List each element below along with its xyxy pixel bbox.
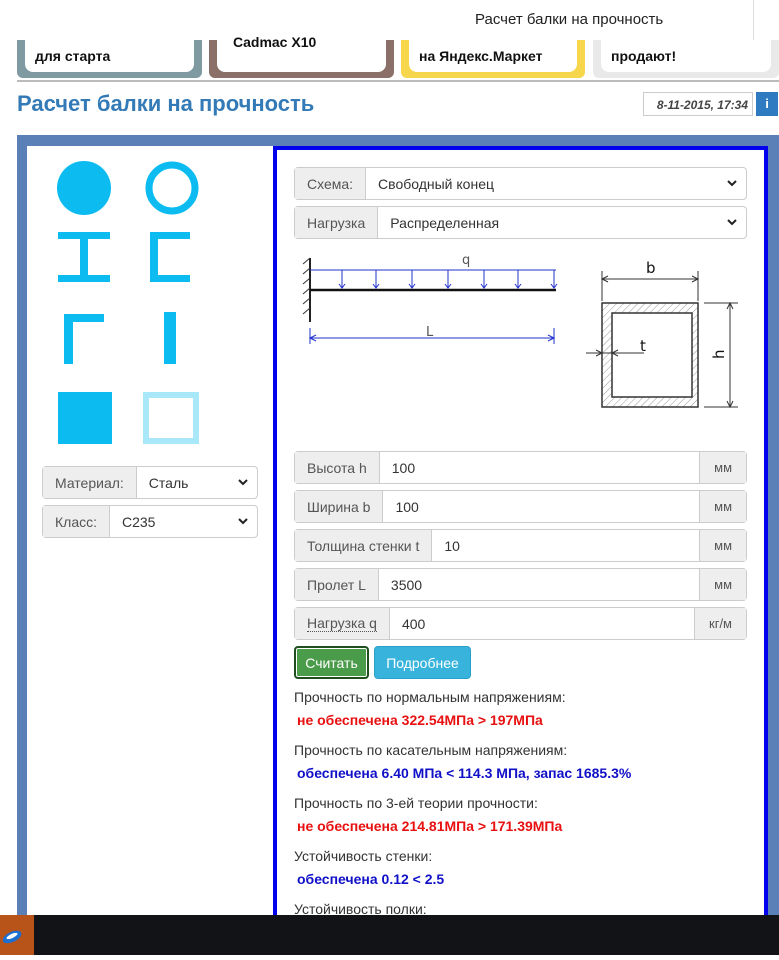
scheme-value: Свободный конец bbox=[378, 175, 494, 192]
cross-section-diagram: b h t bbox=[586, 259, 738, 409]
result-label: Прочность по касательным напряжениям: bbox=[294, 742, 568, 758]
result-label: Устойчивость стенки: bbox=[294, 848, 433, 864]
load-q-input-group: Нагрузка q 400 кг/м bbox=[294, 607, 747, 640]
width-value: 100 bbox=[395, 498, 419, 515]
app-icon bbox=[2, 930, 22, 944]
header-divider bbox=[17, 80, 779, 82]
load-q-input[interactable]: 400 bbox=[390, 608, 694, 639]
chevron-down-icon bbox=[238, 518, 248, 525]
round-tube-section-icon[interactable] bbox=[144, 160, 200, 216]
ad-banner-text: для старта bbox=[35, 48, 111, 64]
class-label: Класс: bbox=[43, 506, 110, 537]
ad-strip: для старта Cadmac X10 на Яндекс.Маркет п… bbox=[17, 34, 779, 78]
L-label: L bbox=[426, 325, 434, 340]
material-select[interactable]: Материал: Сталь bbox=[42, 466, 258, 499]
span-input[interactable]: 3500 bbox=[379, 569, 699, 600]
thickness-value: 10 bbox=[444, 537, 460, 554]
width-unit: мм bbox=[699, 491, 746, 522]
load-q-label-text: Нагрузка q bbox=[307, 615, 377, 632]
ad-banner-text: продают! bbox=[611, 48, 677, 64]
beam-scheme-diagram: q L bbox=[302, 253, 558, 344]
chevron-down-icon bbox=[238, 479, 248, 486]
class-value: С235 bbox=[122, 513, 156, 530]
thickness-unit: мм bbox=[699, 530, 746, 561]
details-button[interactable]: Подробнее bbox=[374, 646, 471, 679]
thickness-input[interactable]: 10 bbox=[432, 530, 699, 561]
square-tube-section-icon[interactable] bbox=[143, 392, 199, 444]
window-titlebar: Расчет балки на прочность bbox=[0, 0, 779, 40]
flat-bar-section-icon[interactable] bbox=[164, 312, 176, 364]
ad-banner-text: Cadmac X10 bbox=[233, 34, 317, 50]
span-value: 3500 bbox=[390, 576, 423, 593]
width-input[interactable]: 100 bbox=[383, 491, 699, 522]
titlebar-divider bbox=[753, 0, 754, 40]
ad-banner-2[interactable]: Cadmac X10 bbox=[209, 34, 394, 78]
chevron-down-icon bbox=[727, 219, 737, 226]
result-value: обеспечена 6.40 МПа < 114.3 МПа, запас 1… bbox=[297, 765, 632, 781]
span-label: Пролет L bbox=[295, 569, 379, 600]
load-type-label: Нагрузка bbox=[295, 207, 379, 238]
width-label: Ширина b bbox=[295, 491, 384, 522]
angle-section-icon[interactable] bbox=[64, 314, 104, 364]
thickness-input-group: Толщина стенки t 10 мм bbox=[294, 529, 747, 562]
result-value: не обеспечена 214.81МПа > 171.39МПа bbox=[297, 818, 563, 834]
ad-banner-4[interactable]: продают! bbox=[593, 40, 779, 78]
load-type-select[interactable]: Нагрузка Распределенная bbox=[294, 206, 747, 239]
load-q-value: 400 bbox=[401, 615, 426, 632]
height-label: Высота h bbox=[295, 452, 380, 483]
steel-class-select[interactable]: Класс: С235 bbox=[42, 505, 258, 538]
height-value: 100 bbox=[391, 459, 416, 476]
height-input-group: Высота h 100 мм bbox=[294, 451, 747, 484]
result-value: не обеспечена 322.54МПа > 197МПа bbox=[297, 712, 543, 728]
taskbar-app-button[interactable] bbox=[0, 915, 34, 955]
taskbar bbox=[0, 915, 779, 955]
ad-banner-text: на Яндекс.Маркет bbox=[419, 48, 543, 64]
material-value: Сталь bbox=[148, 474, 189, 491]
scheme-label: Схема: bbox=[295, 168, 367, 199]
info-button[interactable]: i bbox=[756, 92, 778, 116]
height-unit: мм bbox=[699, 452, 746, 483]
round-bar-section-icon[interactable] bbox=[56, 160, 112, 216]
scheme-select[interactable]: Схема: Свободный конец bbox=[294, 167, 747, 200]
calculate-button[interactable]: Считать bbox=[294, 646, 369, 679]
width-input-group: Ширина b 100 мм bbox=[294, 490, 747, 523]
load-q-label: Нагрузка q bbox=[295, 608, 390, 639]
q-label: q bbox=[462, 253, 470, 268]
result-label: Прочность по 3-ей теории прочности: bbox=[294, 795, 538, 811]
window-title: Расчет балки на прочность bbox=[475, 11, 664, 28]
ad-banner-3[interactable]: на Яндекс.Маркет bbox=[401, 40, 585, 78]
t-label: t bbox=[640, 337, 646, 355]
span-input-group: Пролет L 3500 мм bbox=[294, 568, 747, 601]
page-title: Расчет балки на прочность bbox=[17, 91, 315, 116]
b-label: b bbox=[646, 259, 656, 277]
ad-banner-1[interactable]: для старта bbox=[17, 40, 202, 78]
span-unit: мм bbox=[699, 569, 746, 600]
chevron-down-icon bbox=[727, 180, 737, 187]
thickness-label: Толщина стенки t bbox=[295, 530, 433, 561]
result-value: обеспечена 0.12 < 2.5 bbox=[297, 871, 445, 887]
h-label: h bbox=[710, 349, 728, 359]
height-input[interactable]: 100 bbox=[380, 452, 699, 483]
square-bar-section-icon[interactable] bbox=[58, 392, 112, 444]
i-beam-section-icon[interactable] bbox=[58, 232, 110, 282]
result-label: Прочность по нормальным напряжениям: bbox=[294, 689, 566, 705]
load-type-value: Распределенная bbox=[390, 214, 500, 231]
channel-section-icon[interactable] bbox=[150, 232, 190, 282]
material-label: Материал: bbox=[43, 467, 137, 498]
load-q-unit: кг/м bbox=[694, 608, 746, 639]
publish-date: 8-11-2015, 17:34 bbox=[643, 92, 753, 116]
